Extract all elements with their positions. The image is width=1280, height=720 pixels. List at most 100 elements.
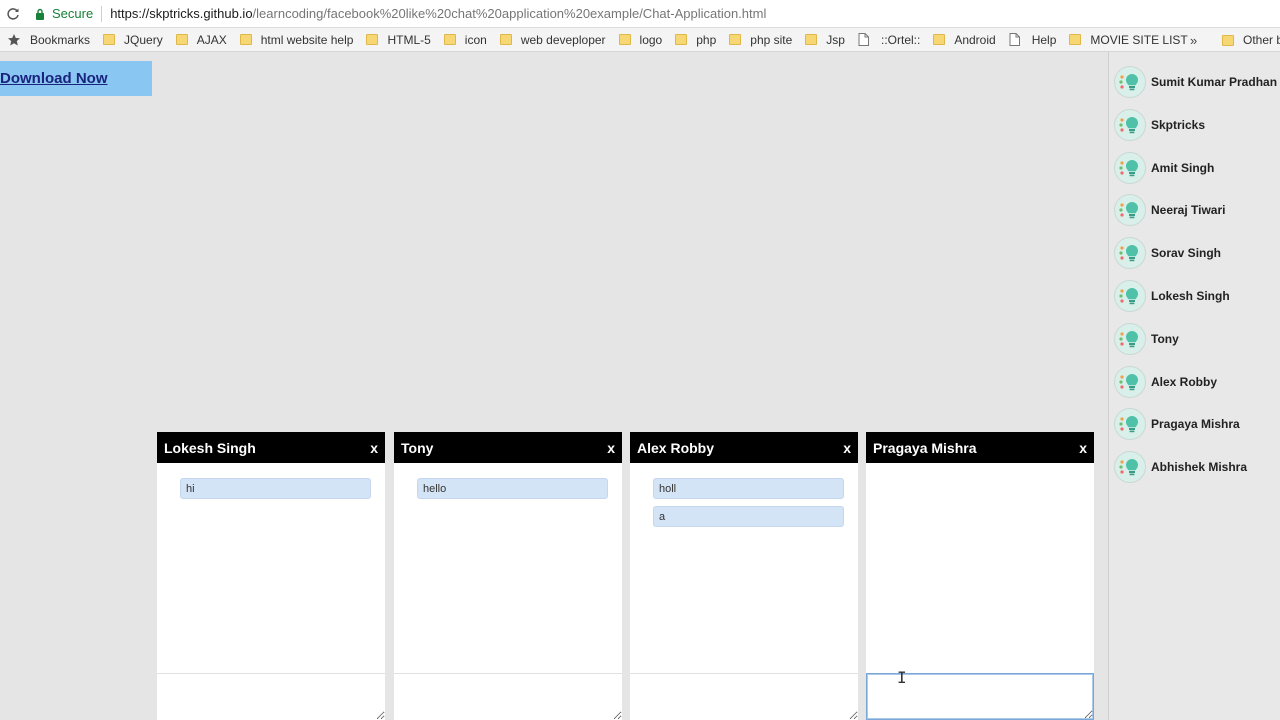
- chat-message: a: [653, 506, 844, 527]
- contact-item[interactable]: Abhishek Mishra: [1114, 449, 1279, 485]
- contact-name: Abhishek Mishra: [1151, 460, 1248, 475]
- folder-icon: [239, 34, 252, 45]
- contact-item[interactable]: Neeraj Tiwari: [1114, 192, 1279, 228]
- chat-messages: hi: [157, 463, 385, 673]
- chat-header[interactable]: Alex Robby x: [630, 432, 858, 463]
- bookmark-item[interactable]: MOVIE SITE LIST: [1062, 28, 1193, 51]
- contacts-sidebar: Sumit Kumar Pradhan Skptricks Amit Singh Ne…: [1108, 52, 1280, 720]
- avatar-icon: [1114, 237, 1146, 270]
- folder-icon: [443, 34, 456, 45]
- chat-message: hi: [180, 478, 371, 499]
- bookmark-item[interactable]: JQuery: [96, 28, 169, 51]
- bookmark-label: php site: [750, 32, 793, 47]
- bookmark-item[interactable]: Bookmarks: [0, 28, 96, 51]
- contact-name: Neeraj Tiwari: [1151, 203, 1226, 218]
- folder-icon: [805, 34, 818, 45]
- chat-header[interactable]: Lokesh Singh x: [157, 432, 385, 463]
- lock-icon: [32, 6, 48, 22]
- bookmark-label: Bookmarks: [30, 32, 91, 47]
- chat-messages: hello: [394, 463, 622, 673]
- bookmark-item[interactable]: icon: [437, 28, 493, 51]
- contact-name: Alex Robby: [1151, 374, 1218, 389]
- contact-item[interactable]: Alex Robby: [1114, 364, 1279, 400]
- bookmarks-bar: Bookmarks JQuery AJAX html website help HTML…: [0, 28, 1280, 52]
- bookmark-label: logo: [639, 32, 663, 47]
- chat-input[interactable]: [394, 673, 622, 720]
- bookmark-item[interactable]: HTML-5: [359, 28, 436, 51]
- chat-window: Lokesh Singh x hi: [157, 432, 385, 720]
- bookmark-label: web deveploper: [520, 32, 606, 47]
- other-bookmarks[interactable]: Other bo: [1215, 28, 1280, 51]
- chat-title: Lokesh Singh: [164, 439, 256, 456]
- avatar-icon: [1114, 408, 1146, 441]
- bookmark-item[interactable]: html website help: [233, 28, 360, 51]
- contact-name: Tony: [1151, 331, 1179, 346]
- close-chat-button[interactable]: x: [1079, 440, 1087, 456]
- bookmark-item[interactable]: web deveploper: [493, 28, 612, 51]
- bookmark-item[interactable]: Help: [1002, 28, 1063, 51]
- contact-item[interactable]: Sorav Singh: [1114, 235, 1279, 271]
- secure-label: Secure: [52, 6, 94, 21]
- folder-icon: [618, 34, 631, 45]
- close-chat-button[interactable]: x: [843, 440, 851, 456]
- contact-name: Sumit Kumar Pradhan: [1151, 75, 1278, 89]
- contact-item[interactable]: Skptricks: [1114, 107, 1279, 143]
- bookmark-label: Android: [954, 32, 996, 47]
- chat-messages: holl a: [630, 463, 858, 673]
- contact-item[interactable]: Lokesh Singh: [1114, 278, 1279, 314]
- contact-item[interactable]: Sumit Kumar Pradhan: [1114, 64, 1279, 100]
- bookmark-label: HTML-5: [387, 32, 431, 47]
- folder-icon: [933, 34, 946, 45]
- chat-title: Alex Robby: [637, 439, 715, 456]
- bookmark-label: Help: [1031, 32, 1057, 47]
- chat-message: holl: [653, 478, 844, 499]
- avatar-icon: [1114, 322, 1146, 355]
- avatar-icon: [1114, 108, 1146, 141]
- bookmark-item[interactable]: php site: [722, 28, 798, 51]
- bookmark-item[interactable]: php: [668, 28, 722, 51]
- bookmark-label: AJAX: [196, 32, 227, 47]
- chat-message: hello: [417, 478, 608, 499]
- chat-title: Pragaya Mishra: [873, 439, 977, 456]
- folder-icon: [499, 34, 512, 45]
- contact-item[interactable]: Pragaya Mishra: [1114, 406, 1279, 442]
- url-path: /learncoding/facebook%20like%20chat%20ap…: [252, 6, 767, 21]
- url-field[interactable]: https://skptricks.github.io/learncoding/…: [110, 6, 766, 21]
- close-chat-button[interactable]: x: [607, 440, 615, 456]
- bookmark-item[interactable]: ::Ortel::: [851, 28, 926, 51]
- bookmark-label: html website help: [260, 32, 354, 47]
- url-host: https://skptricks.github.io: [110, 6, 253, 21]
- contact-item[interactable]: Amit Singh: [1114, 150, 1279, 186]
- avatar-icon: [1114, 151, 1146, 184]
- chat-window: Tony x hello: [394, 432, 622, 720]
- download-now-link[interactable]: Download Now: [0, 70, 108, 87]
- folder-icon: [729, 34, 742, 45]
- chat-input[interactable]: [157, 673, 385, 720]
- avatar-icon: [1114, 365, 1146, 398]
- bookmarks-overflow-button[interactable]: »: [1190, 28, 1197, 51]
- contact-item[interactable]: Tony: [1114, 321, 1279, 357]
- close-chat-button[interactable]: x: [370, 440, 378, 456]
- page-icon: [858, 32, 872, 47]
- page-icon: [1009, 32, 1023, 47]
- bookmark-label: icon: [464, 32, 487, 47]
- bookmark-label: JQuery: [124, 32, 163, 47]
- bookmark-label: php: [696, 32, 717, 47]
- text-cursor-icon: I: [897, 668, 907, 687]
- contact-name: Amit Singh: [1151, 160, 1215, 175]
- folder-icon: [1222, 34, 1234, 46]
- bookmark-item[interactable]: logo: [612, 28, 669, 51]
- bookmark-label: MOVIE SITE LIST: [1090, 32, 1188, 47]
- contact-name: Skptricks: [1151, 117, 1206, 132]
- chat-input[interactable]: [630, 673, 858, 720]
- bookmark-item[interactable]: Android: [926, 28, 1001, 51]
- folder-icon: [366, 34, 379, 45]
- contact-name: Lokesh Singh: [1151, 289, 1230, 303]
- bookmark-label: Jsp: [826, 32, 845, 47]
- bookmark-item[interactable]: AJAX: [169, 28, 233, 51]
- bookmark-item[interactable]: Jsp: [798, 28, 851, 51]
- chat-header[interactable]: Pragaya Mishra x: [866, 432, 1094, 463]
- chat-header[interactable]: Tony x: [394, 432, 622, 463]
- reload-icon[interactable]: [2, 3, 24, 25]
- avatar-icon: [1114, 66, 1146, 98]
